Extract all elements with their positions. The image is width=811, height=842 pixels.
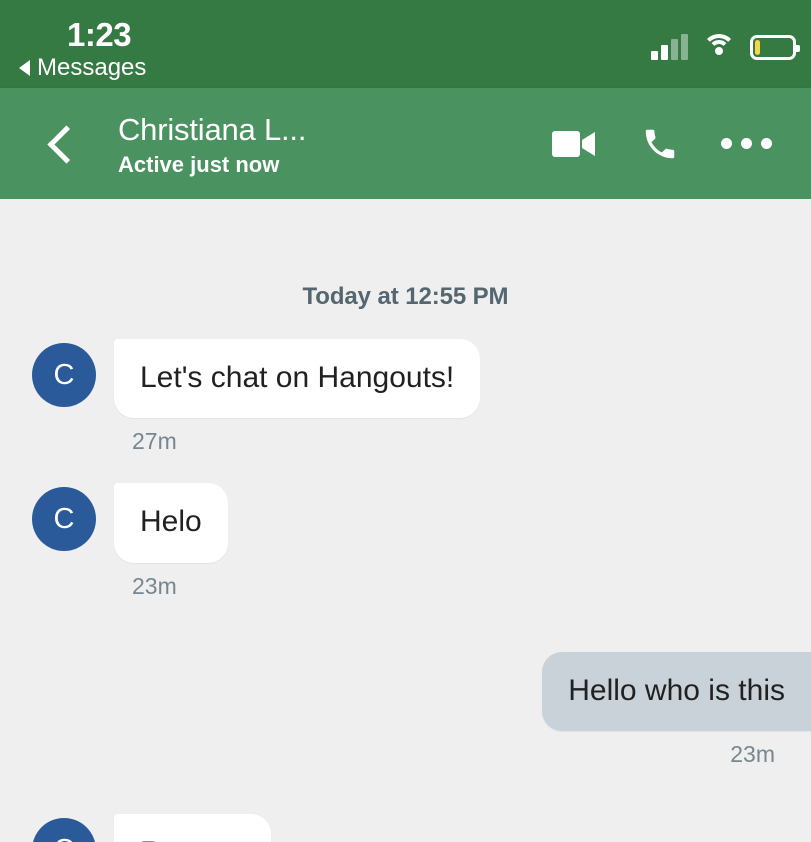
wifi-icon <box>702 34 736 60</box>
message-bubble[interactable]: Helo <box>114 483 228 563</box>
chevron-left-icon[interactable] <box>40 122 84 166</box>
conversation-title-block[interactable]: Christiana L... Active just now <box>118 112 306 179</box>
message-bubble[interactable]: Hello who is this <box>542 651 811 732</box>
message-timestamp: 23m <box>730 741 775 768</box>
message-row-outgoing: Hello who is this <box>0 651 811 732</box>
avatar[interactable]: C <box>32 818 96 842</box>
avatar[interactable]: C <box>32 487 96 552</box>
video-camera-icon[interactable] <box>531 112 617 176</box>
message-bubble[interactable]: Ramatu <box>114 814 272 842</box>
conversation-app-bar: Christiana L... Active just now <box>0 88 811 199</box>
contact-name: Christiana L... <box>118 112 307 147</box>
phone-icon[interactable] <box>617 112 703 176</box>
app-bar-actions <box>531 112 789 176</box>
battery-low-icon <box>750 34 800 60</box>
status-bar: 1:23 Messages <box>0 0 811 88</box>
message-row-incoming: C Ramatu <box>0 814 811 842</box>
more-options-icon[interactable] <box>703 112 789 176</box>
status-bar-back-label: Messages <box>37 54 147 81</box>
message-bubble[interactable]: Let's chat on Hangouts! <box>114 339 481 419</box>
avatar[interactable]: C <box>32 343 96 407</box>
hangouts-conversation-screen: 1:23 Messages Christiana L... Active jus… <box>0 0 811 842</box>
status-bar-back-to-messages[interactable]: Messages <box>19 56 146 80</box>
contact-status: Active just now <box>118 151 280 177</box>
day-divider: Today at 12:55 PM <box>302 283 509 310</box>
triangle-left-icon <box>19 60 30 76</box>
message-row-incoming: C Let's chat on Hangouts! <box>0 339 811 419</box>
status-bar-clock: 1:23 <box>67 16 132 53</box>
status-bar-indicators <box>651 30 800 64</box>
message-thread[interactable]: Today at 12:55 PM C Let's chat on Hangou… <box>0 199 811 842</box>
cellular-signal-icon <box>651 34 688 60</box>
message-row-incoming: C Helo <box>0 483 811 563</box>
message-timestamp: 27m <box>132 428 177 455</box>
message-timestamp: 23m <box>132 572 177 599</box>
